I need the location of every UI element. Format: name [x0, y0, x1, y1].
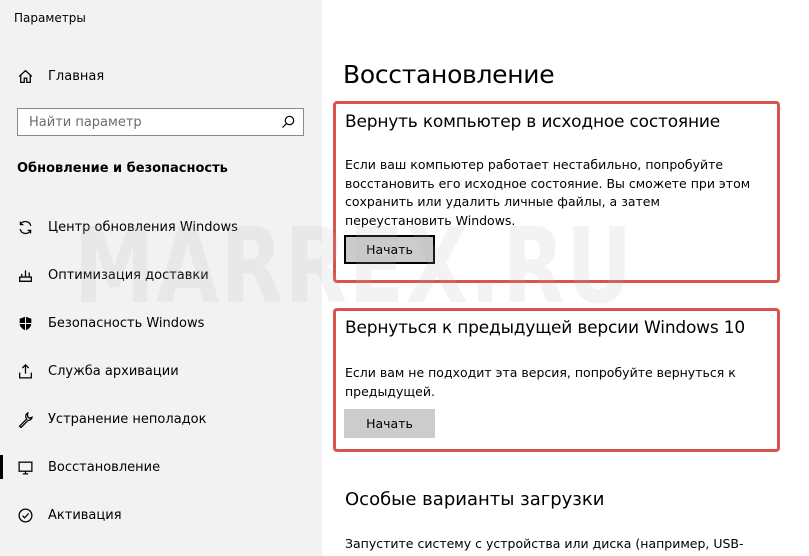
sidebar-item-label: Устранение неполадок: [48, 411, 207, 427]
rollback-description: Если вам не подходит эта версия, попробу…: [345, 365, 736, 399]
rollback-start-button[interactable]: Начать: [344, 409, 435, 438]
sidebar-item-activation[interactable]: Активация: [0, 495, 322, 535]
recovery-icon: [16, 458, 34, 476]
reset-start-button[interactable]: Начать: [344, 235, 435, 264]
window-title: Параметры: [14, 11, 86, 25]
search-icon[interactable]: [280, 114, 296, 130]
section-title: Обновление и безопасность: [17, 161, 228, 176]
sidebar-item-windows-security[interactable]: Безопасность Windows: [0, 303, 322, 343]
search-box[interactable]: [17, 108, 304, 136]
sidebar-item-troubleshoot[interactable]: Устранение неполадок: [0, 399, 322, 439]
nav-home[interactable]: Главная: [0, 60, 322, 92]
shield-icon: [16, 314, 34, 332]
sidebar-item-delivery-optimization[interactable]: Оптимизация доставки: [0, 255, 322, 295]
home-icon: [16, 67, 34, 85]
sidebar-item-label: Центр обновления Windows: [48, 219, 238, 235]
search-input[interactable]: [18, 109, 273, 135]
main-content: Восстановление Вернуть компьютер в исход…: [322, 0, 809, 556]
active-indicator: [0, 455, 3, 479]
backup-icon: [16, 362, 34, 380]
sidebar-item-windows-update[interactable]: Центр обновления Windows: [0, 207, 322, 247]
sidebar-item-label: Восстановление: [48, 459, 161, 475]
nav-home-label: Главная: [48, 68, 105, 84]
sidebar-item-label: Безопасность Windows: [48, 315, 205, 331]
sidebar-item-label: Служба архивации: [48, 363, 179, 379]
page-title: Восстановление: [343, 60, 555, 89]
sidebar-item-label: Оптимизация доставки: [48, 267, 209, 283]
rollback-title: Вернуться к предыдущей версии Windows 10: [345, 318, 745, 338]
reset-title: Вернуть компьютер в исходное состояние: [345, 112, 720, 132]
advanced-startup-title: Особые варианты загрузки: [345, 489, 605, 510]
reset-description: Если ваш компьютер работает нестабильно,…: [345, 157, 751, 228]
sidebar: Параметры Главная Обновление и безопасно…: [0, 0, 322, 556]
activation-icon: [16, 506, 34, 524]
wrench-icon: [16, 410, 34, 428]
delivery-icon: [16, 266, 34, 284]
advanced-startup-description: Запустите систему с устройства или диска…: [345, 536, 744, 551]
sync-icon: [16, 218, 34, 236]
sidebar-item-label: Активация: [48, 507, 122, 523]
sidebar-item-recovery[interactable]: Восстановление: [0, 447, 322, 487]
sidebar-item-backup[interactable]: Служба архивации: [0, 351, 322, 391]
